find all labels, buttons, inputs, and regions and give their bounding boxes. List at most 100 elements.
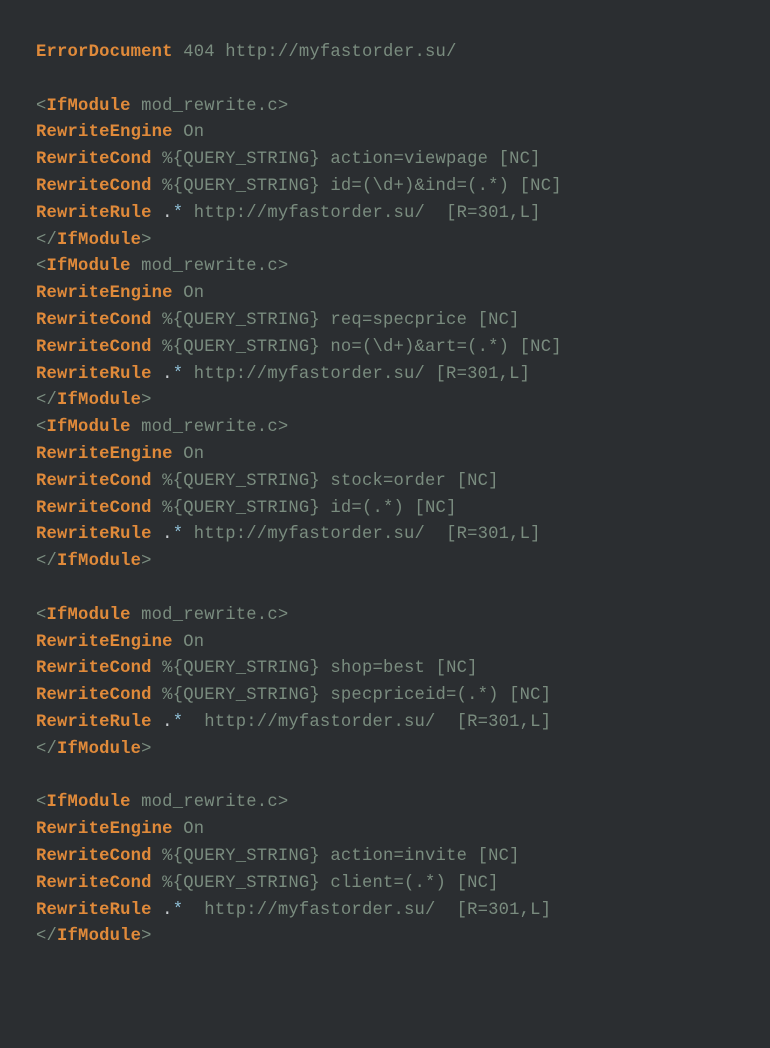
rewrite-cond: RewriteCond <box>36 499 152 518</box>
rewrite-rule: RewriteRule <box>36 525 152 544</box>
cond-match: req=specprice <box>330 311 467 330</box>
module-arg: mod_rewrite.c <box>141 257 278 276</box>
rule-flags: [R=301,L] <box>446 525 541 544</box>
query-var: %{QUERY_STRING} <box>162 659 320 678</box>
tag-open-bracket: < <box>36 418 47 437</box>
rewrite-rule: RewriteRule <box>36 365 152 384</box>
tag-open-bracket: < <box>36 793 47 812</box>
tag-close-bracket: > <box>141 231 152 250</box>
engine-val: On <box>183 445 204 464</box>
glob-star: * <box>173 365 184 384</box>
query-var: %{QUERY_STRING} <box>162 150 320 169</box>
rule-gap <box>183 525 194 544</box>
cond-flags: [NC] <box>478 847 520 866</box>
query-var: %{QUERY_STRING} <box>162 874 320 893</box>
tag-close-bracket: > <box>141 927 152 946</box>
rule-url: http://myfastorder.su/ <box>204 901 435 920</box>
cond-match: action=viewpage <box>330 150 488 169</box>
ifmodule-open: IfModule <box>47 793 131 812</box>
glob-star: * <box>173 713 184 732</box>
tag-close-bracket: > <box>278 793 289 812</box>
query-var: %{QUERY_STRING} <box>162 338 320 357</box>
rule-flags: [R=301,L] <box>436 365 531 384</box>
rewrite-cond: RewriteCond <box>36 150 152 169</box>
rewrite-engine: RewriteEngine <box>36 633 173 652</box>
cond-flags: [NC] <box>520 338 562 357</box>
tag-open-bracket: < <box>36 97 47 116</box>
rule-url: http://myfastorder.su/ <box>194 365 425 384</box>
tag-open-bracket: </ <box>36 740 57 759</box>
rule-gap <box>183 204 194 223</box>
tag-close-bracket: > <box>278 606 289 625</box>
query-var: %{QUERY_STRING} <box>162 499 320 518</box>
error-url: http://myfastorder.su/ <box>225 43 456 62</box>
rewrite-cond: RewriteCond <box>36 311 152 330</box>
module-arg: mod_rewrite.c <box>141 793 278 812</box>
query-var: %{QUERY_STRING} <box>162 177 320 196</box>
rule-gap <box>183 365 194 384</box>
rule-pad <box>425 525 446 544</box>
rewrite-engine: RewriteEngine <box>36 284 173 303</box>
glob-dot: . <box>162 525 173 544</box>
htaccess-code: ErrorDocument 404 http://myfastorder.su/… <box>0 0 770 991</box>
rewrite-cond: RewriteCond <box>36 338 152 357</box>
rule-pad <box>436 713 457 732</box>
module-arg: mod_rewrite.c <box>141 606 278 625</box>
tag-close-bracket: > <box>278 257 289 276</box>
rule-gap <box>183 901 204 920</box>
cond-match: id=(.*) <box>330 499 404 518</box>
directive-errordocument: ErrorDocument <box>36 43 173 62</box>
glob-star: * <box>173 204 184 223</box>
tag-open-bracket: </ <box>36 927 57 946</box>
error-status: 404 <box>183 43 215 62</box>
cond-flags: [NC] <box>457 472 499 491</box>
rewrite-engine: RewriteEngine <box>36 820 173 839</box>
rewrite-cond: RewriteCond <box>36 177 152 196</box>
ifmodule-open: IfModule <box>47 418 131 437</box>
query-var: %{QUERY_STRING} <box>162 311 320 330</box>
ifmodule-open: IfModule <box>47 257 131 276</box>
tag-close-bracket: > <box>278 97 289 116</box>
rewrite-engine: RewriteEngine <box>36 445 173 464</box>
cond-flags: [NC] <box>457 874 499 893</box>
rule-url: http://myfastorder.su/ <box>194 204 425 223</box>
glob-star: * <box>173 901 184 920</box>
tag-close-bracket: > <box>141 740 152 759</box>
engine-val: On <box>183 633 204 652</box>
rule-pad <box>425 365 436 384</box>
query-var: %{QUERY_STRING} <box>162 686 320 705</box>
rewrite-rule: RewriteRule <box>36 204 152 223</box>
rule-flags: [R=301,L] <box>446 204 541 223</box>
cond-match: id=(\d+)&ind=(.*) <box>330 177 509 196</box>
rule-flags: [R=301,L] <box>457 713 552 732</box>
cond-flags: [NC] <box>436 659 478 678</box>
cond-flags: [NC] <box>415 499 457 518</box>
glob-dot: . <box>162 365 173 384</box>
engine-val: On <box>183 123 204 142</box>
ifmodule-close: IfModule <box>57 231 141 250</box>
module-arg: mod_rewrite.c <box>141 418 278 437</box>
ifmodule-close: IfModule <box>57 552 141 571</box>
rule-url: http://myfastorder.su/ <box>194 525 425 544</box>
ifmodule-close: IfModule <box>57 927 141 946</box>
rewrite-cond: RewriteCond <box>36 659 152 678</box>
rewrite-engine: RewriteEngine <box>36 123 173 142</box>
engine-val: On <box>183 284 204 303</box>
rewrite-cond: RewriteCond <box>36 472 152 491</box>
cond-match: stock=order <box>330 472 446 491</box>
rule-url: http://myfastorder.su/ <box>204 713 435 732</box>
rule-pad <box>425 204 446 223</box>
ifmodule-close: IfModule <box>57 740 141 759</box>
rewrite-rule: RewriteRule <box>36 713 152 732</box>
glob-dot: . <box>162 204 173 223</box>
tag-close-bracket: > <box>141 552 152 571</box>
rule-flags: [R=301,L] <box>457 901 552 920</box>
rewrite-cond: RewriteCond <box>36 874 152 893</box>
engine-val: On <box>183 820 204 839</box>
glob-dot: . <box>162 713 173 732</box>
tag-open-bracket: </ <box>36 391 57 410</box>
cond-match: no=(\d+)&art=(.*) <box>330 338 509 357</box>
tag-open-bracket: < <box>36 257 47 276</box>
query-var: %{QUERY_STRING} <box>162 847 320 866</box>
ifmodule-close: IfModule <box>57 391 141 410</box>
